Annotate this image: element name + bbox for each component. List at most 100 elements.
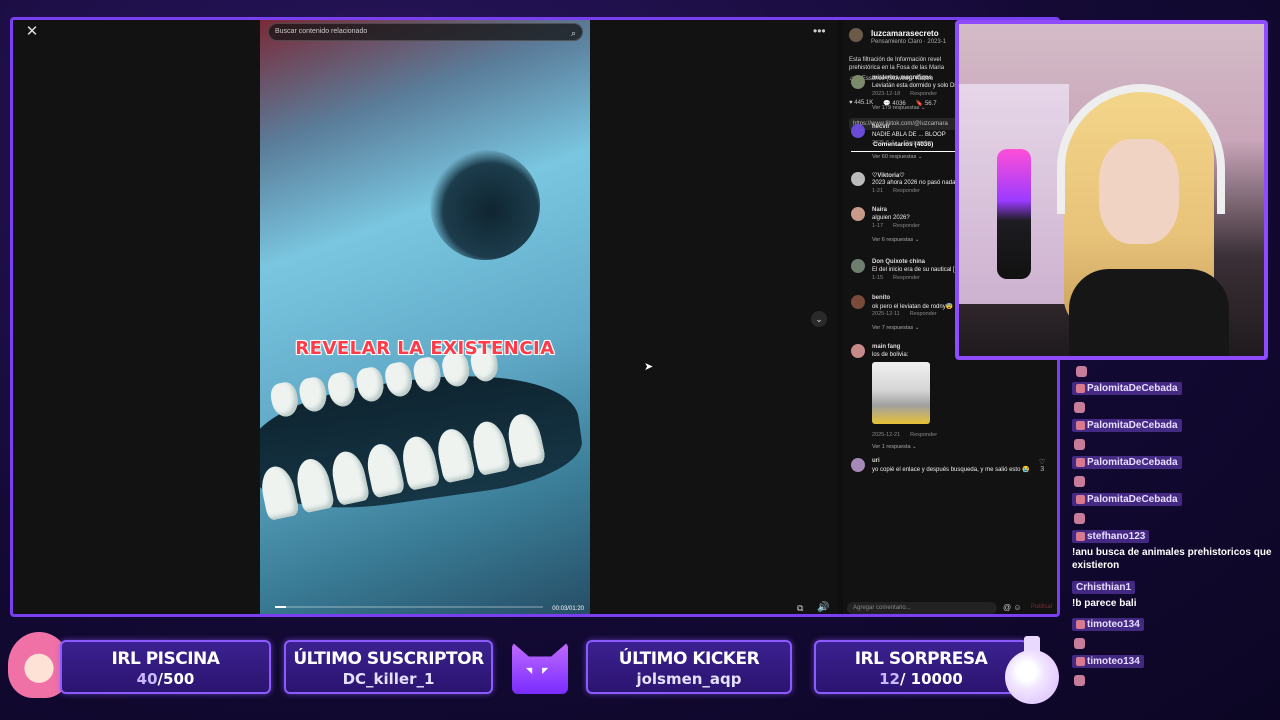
comment-meta: 2025-12-21 Responder [872,432,937,438]
chat-username[interactable]: PalomitaDeCebada [1072,456,1182,469]
reply-button[interactable]: Responder [910,311,937,317]
chat-username[interactable]: timoteo134 [1072,618,1144,631]
comment-avatar[interactable] [851,75,865,89]
video-frame[interactable]: Buscar contenido relacionado ⌕ REVELAR L… [260,20,590,614]
reply-button[interactable]: Responder [893,188,920,194]
likes-count: 445.1K [854,100,874,106]
view-replies-button[interactable]: Ver 60 respuestas ⌄ [872,154,922,160]
video-player-area[interactable]: ✕ Buscar contenido relacionado ⌕ REVELAR… [13,20,838,614]
tiktok-overlay-window: ✕ Buscar contenido relacionado ⌕ REVELAR… [10,17,1060,617]
reply-button[interactable]: Responder [893,275,920,281]
comment-date: 1-17 [872,223,884,229]
comment-text: 2023 ahora 2026 no pasó nada [872,180,956,186]
comment-username[interactable]: Don Quixote china [872,259,925,265]
video-timecode: 00:03/01:20 [552,606,584,612]
comment-like-count: 3 [1040,466,1045,473]
tab-underline [851,151,955,152]
heart-icon: ♥ [849,100,853,106]
comment-meta: 2023-12-18 Responder [872,91,937,97]
post-link[interactable]: https://www.tiktok.com/@luzcamara [849,118,967,130]
close-icon[interactable]: ✕ [23,23,41,41]
chat-badge-icon [1076,457,1085,467]
chat-username[interactable]: timoteo134 [1072,655,1144,668]
author-name[interactable]: luzcamarasecreto [871,29,939,38]
comment-username[interactable]: uri [872,458,880,464]
likes-stat[interactable]: ♥ 445.1K [849,100,873,107]
saves-count: 56.7 [924,101,937,107]
cat-eyes-icon: ◥◤ [526,666,559,675]
ultimo-suscriptor-panel: ÚLTIMO SUSCRIPTOR DC_killer_1 [284,640,493,694]
view-replies-button[interactable]: Ver 7 respuestas ⌄ [872,325,919,331]
chat-emote-icon [1074,439,1085,450]
comment-image[interactable] [872,362,930,424]
search-icon[interactable]: ⌕ [571,25,576,41]
comment-avatar[interactable] [851,259,865,273]
more-options-icon[interactable]: ••• [813,24,826,38]
chat-username[interactable]: PalomitaDeCebada [1072,382,1182,395]
comment-like-button[interactable]: ♡ 3 [1039,458,1045,473]
chat-message: stefhano123 !anu busca de animales prehis… [1072,530,1277,572]
ultimo-kicker-value: jolsmen_aqp [636,670,742,688]
comment-username[interactable]: Naira [872,207,887,213]
chat-username[interactable]: PalomitaDeCebada [1072,419,1182,432]
potion-icon [1005,636,1059,706]
comment-meta: 1-17 Responder [872,223,920,229]
chat-emote-icon [1074,476,1085,487]
reply-button[interactable]: Responder [910,432,937,438]
comment-avatar[interactable] [851,458,865,472]
comment-username[interactable]: hecvir [872,124,890,130]
comment-meta: 2025-12-11 Responder [872,311,937,317]
chat-message: PalomitaDeCebada [1072,382,1182,413]
search-input[interactable]: Buscar contenido relacionado ⌕ [268,23,583,41]
comment-date: 2025-6-7 [872,140,895,146]
view-replies-button[interactable]: Ver 1 respuesta ⌄ [872,444,917,450]
next-video-chevron-icon[interactable]: ⌄ [811,311,827,327]
video-caption: REVELAR LA EXISTENCIA [295,338,555,359]
view-replies-button[interactable]: Ver 179 respuestas ⌄ [872,105,926,111]
comment-avatar[interactable] [851,344,865,358]
comment-date: 1-15 [872,275,884,281]
reply-button[interactable]: Responder [904,140,931,146]
comment-meta: 1-15 Responder [872,275,920,281]
comment-text: yo copié el enlace y después busqueda, y… [872,467,1030,473]
streamer-shirt [1069,269,1229,356]
chat-message: Crhisthian1 !b parece bali [1072,581,1277,610]
chat-username[interactable]: Crhisthian1 [1072,581,1136,594]
chat-message: timoteo134 [1072,618,1144,649]
reply-button[interactable]: Responder [910,91,937,97]
volume-icon[interactable]: 🔊 [817,602,829,613]
mention-emoji-icons[interactable]: @ ☺ [1003,603,1022,612]
comment-avatar[interactable] [851,172,865,186]
video-progress-bar[interactable] [275,606,543,608]
irl-sorpresa-panel: IRL SORPRESA 12/ 10000 [814,640,1028,694]
chat-username[interactable]: PalomitaDeCebada [1072,493,1182,506]
chat-badge-icon [1076,420,1085,430]
comment-avatar[interactable] [851,124,865,138]
view-replies-button[interactable]: Ver 6 respuestas ⌄ [872,237,919,243]
comment-username[interactable]: misterios magnificos [872,75,932,81]
heart-outline-icon: ♡ [1039,459,1046,466]
comment-username[interactable]: ♡Viktoria♡ [872,172,905,179]
reply-button[interactable]: Responder [893,223,920,229]
author-row[interactable] [849,28,863,42]
chat-badge-icon [1076,494,1085,504]
video-progress-fill [275,606,286,608]
comment-text: alguien 2026? [872,215,910,221]
comment-username[interactable]: benito [872,295,890,301]
post-comment-button[interactable]: Publicar [1031,604,1053,610]
search-placeholder: Buscar contenido relacionado [275,28,368,35]
comment-text: ok pero el leviatan de rodny😨 [872,304,954,310]
streamer-headphones [1057,84,1225,214]
comment-meta: 1-21 Responder [872,188,920,194]
comment-input[interactable]: Agregar comentario... [847,602,997,614]
webcam-feed [955,20,1268,360]
comment-text: El del inicio era de su nautical [ [872,267,955,273]
chat-badge-icon [1076,656,1085,666]
comment-avatar[interactable] [851,207,865,221]
author-avatar[interactable] [849,28,863,42]
chat-badge-icon [1076,383,1085,393]
chat-username[interactable]: stefhano123 [1072,530,1150,543]
comment-avatar[interactable] [851,295,865,309]
comment-username[interactable]: main fang [872,344,900,350]
pip-icon[interactable]: ⧉ [797,603,803,614]
